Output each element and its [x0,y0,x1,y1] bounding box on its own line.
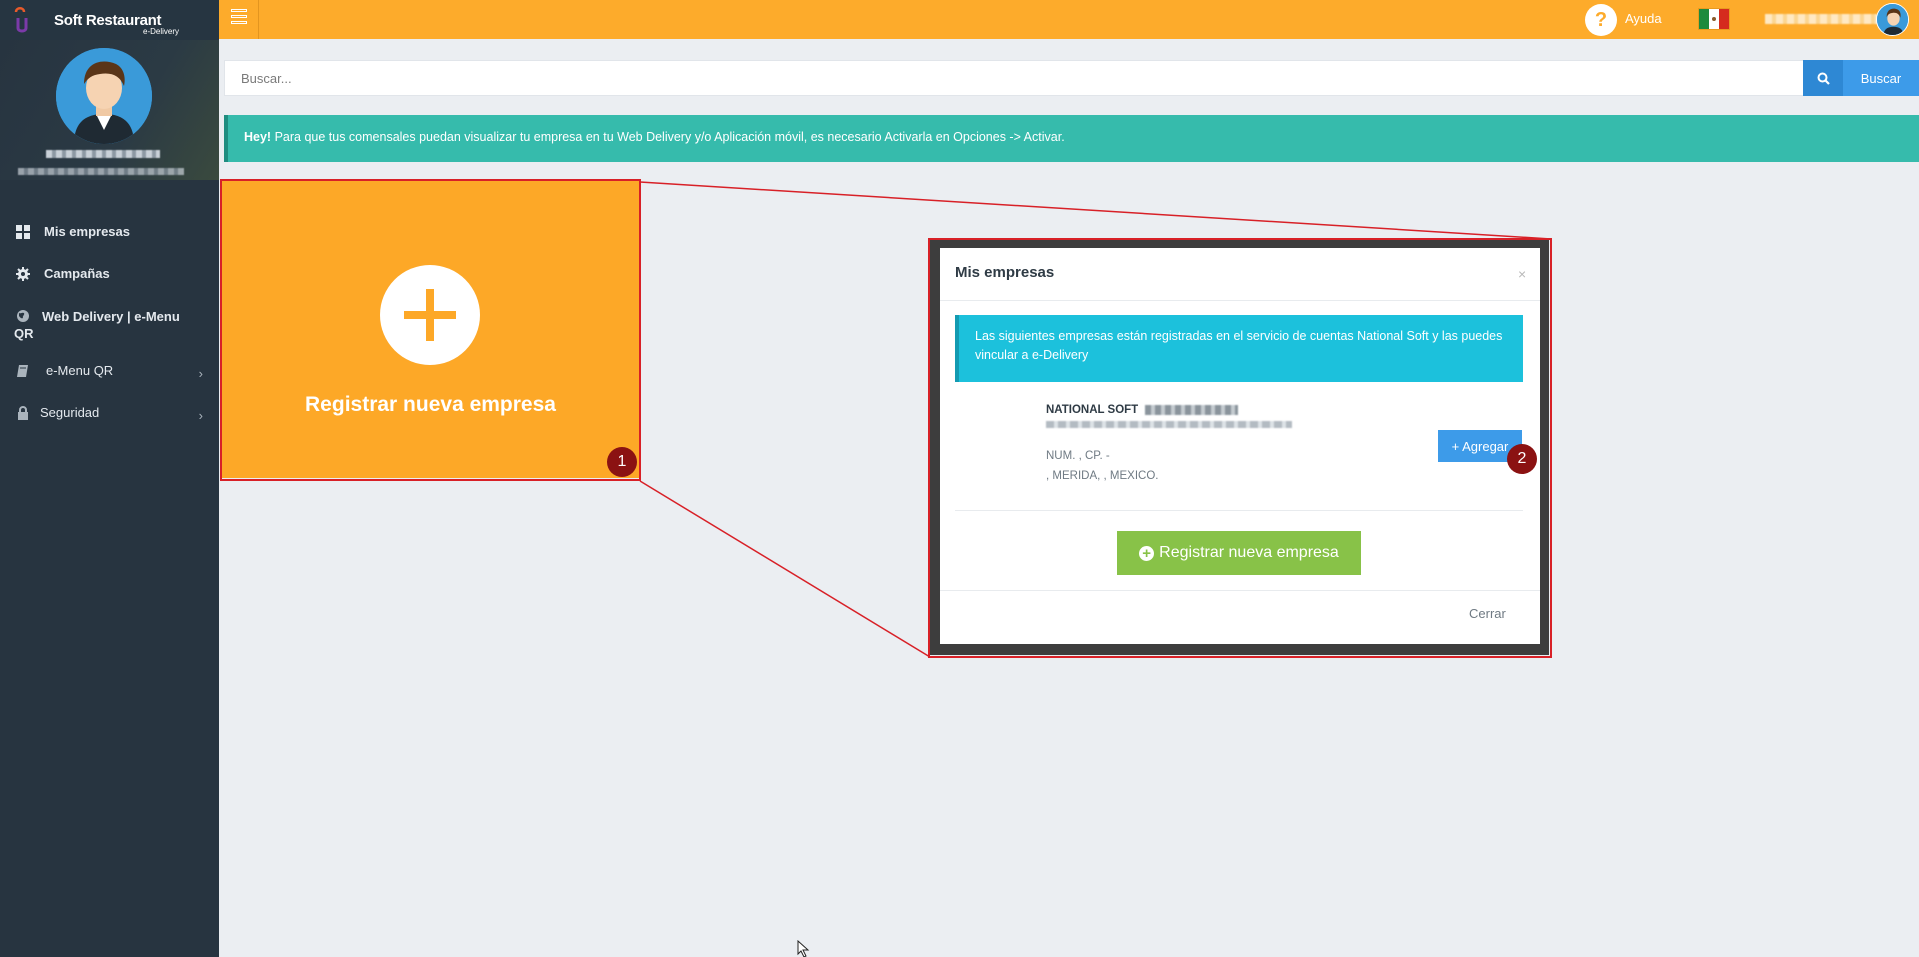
topbar: ? Ayuda [219,0,1919,39]
annotation-frame-1 [220,179,641,481]
sidebar-item-campanas[interactable]: Campañas [0,266,219,281]
sidebar-item-seguridad[interactable]: Seguridad › [0,405,219,423]
sidebar-item-web-delivery[interactable]: Web Delivery | e-Menu QR [0,308,219,342]
brand[interactable]: Soft Restaurant e-Delivery [0,0,219,40]
mouse-cursor-icon [797,940,810,957]
sidebar-item-mis-empresas[interactable]: Mis empresas [0,224,219,239]
user-name-redacted [46,150,160,158]
gear-icon [16,267,30,281]
avatar-icon [1877,4,1908,35]
menu-icon [231,21,247,24]
search-button[interactable]: Buscar [1803,60,1919,96]
logo-icon [14,7,28,33]
help-icon[interactable]: ? [1585,4,1617,36]
book-icon [17,365,28,377]
user-name-redacted[interactable] [1765,14,1877,24]
sidebar-item-label: e-Menu QR [46,363,114,378]
sidebar-item-e-menu-qr[interactable]: e-Menu QR › [0,363,219,381]
sidebar-item-label: Web Delivery | e-Menu QR [14,309,180,341]
activation-alert: Hey! Para que tus comensales puedan visu… [224,115,1919,162]
avatar-icon [56,48,152,144]
menu-icon [231,15,247,18]
grid-icon [16,225,30,239]
help-link[interactable]: Ayuda [1625,11,1662,26]
user-avatar[interactable] [1876,3,1909,36]
lock-icon [18,406,28,420]
annotation-badge-2: 2 [1507,444,1537,474]
mexico-flag-icon[interactable] [1698,8,1730,30]
search-button-label: Buscar [1860,70,1902,86]
annotation-frame-2 [928,238,1552,658]
alert-text: Para que tus comensales puedan visualiza… [271,130,1065,144]
search-input[interactable] [224,60,1804,96]
alert-strong: Hey! [244,130,272,144]
chevron-right-icon: › [198,408,203,423]
menu-toggle-button[interactable] [219,0,259,39]
brand-subtitle: e-Delivery [143,27,180,36]
chevron-right-icon: › [198,366,203,381]
sidebar-item-label: Campañas [44,266,110,281]
user-email-redacted [18,168,184,175]
annotation-badge-1: 1 [607,447,637,477]
avatar[interactable] [56,48,152,144]
sidebar-item-label: Mis empresas [44,224,130,239]
sidebar: Soft Restaurant e-Delivery Mis empresas … [0,0,219,957]
menu-icon [231,9,247,12]
sidebar-item-label: Seguridad [40,405,100,420]
search-icon [1803,60,1843,96]
